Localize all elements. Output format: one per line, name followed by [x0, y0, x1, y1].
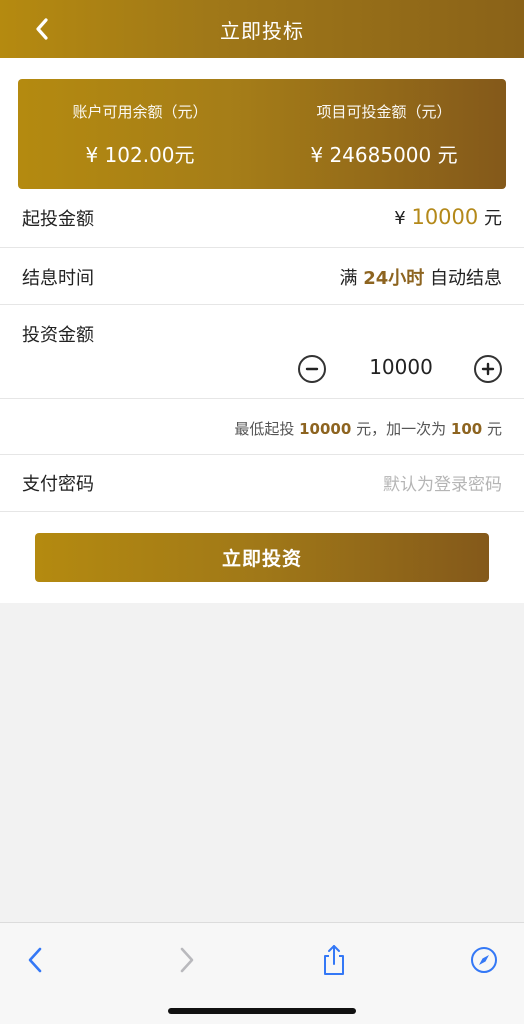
- bookmarks-button[interactable]: [466, 943, 502, 977]
- page-title: 立即投标: [220, 18, 304, 43]
- invest-form: 账户可用余额（元） ¥ 102.00元 项目可投金额（元） ¥ 24685000…: [0, 58, 524, 603]
- invest-amount-row: 投资金额 10000: [0, 305, 524, 399]
- minus-icon: [305, 367, 319, 371]
- min-invest-value: ¥ 10000 元: [394, 204, 502, 230]
- invest-hint-row: 最低起投 10000 元，加一次为 100 元: [0, 399, 524, 455]
- chevron-left-icon: [36, 18, 48, 40]
- password-label: 支付密码: [22, 474, 94, 495]
- hint-middle: 元，加一次为: [356, 420, 447, 438]
- balance-label: 账户可用余额（元）: [72, 103, 208, 121]
- password-field[interactable]: [282, 471, 502, 499]
- balance-value: ¥ 102.00元: [85, 143, 195, 167]
- home-indicator: [168, 1008, 356, 1014]
- settle-label: 结息时间: [22, 268, 94, 289]
- min-invest-row: 起投金额 ¥ 10000 元: [0, 189, 524, 248]
- settle-suffix: 自动结息: [430, 268, 502, 289]
- invest-submit-button[interactable]: 立即投资: [35, 533, 489, 582]
- min-invest-currency: ¥: [394, 208, 406, 229]
- hint-suffix: 元: [486, 420, 502, 438]
- investable-block: 项目可投金额（元） ¥ 24685000 元: [262, 79, 506, 189]
- browser-forward-button[interactable]: [169, 943, 205, 977]
- settle-prefix: 满: [339, 268, 358, 289]
- share-icon: [324, 945, 344, 975]
- share-button[interactable]: [316, 943, 352, 977]
- min-invest-amount: 10000: [411, 205, 479, 229]
- min-invest-label: 起投金额: [22, 209, 94, 230]
- browser-back-button[interactable]: [17, 943, 53, 977]
- back-arrow-icon: [28, 947, 42, 973]
- balance-block: 账户可用余额（元） ¥ 102.00元: [18, 79, 262, 189]
- investable-label: 项目可投金额（元）: [316, 103, 452, 121]
- settle-row: 结息时间 满 24小时 自动结息: [0, 248, 524, 305]
- min-invest-unit: 元: [484, 208, 502, 229]
- investable-value: ¥ 24685000 元: [310, 143, 458, 167]
- hint-step: 100: [450, 420, 483, 438]
- password-row: 支付密码: [0, 455, 524, 512]
- hint-min: 10000: [299, 420, 352, 438]
- forward-arrow-icon: [180, 947, 194, 973]
- summary-card: 账户可用余额（元） ¥ 102.00元 项目可投金额（元） ¥ 24685000…: [18, 79, 506, 189]
- nav-header: 立即投标: [0, 0, 524, 58]
- hint-prefix: 最低起投: [234, 420, 295, 438]
- compass-icon: [471, 947, 497, 973]
- decrease-button[interactable]: [298, 355, 326, 383]
- increase-button[interactable]: [474, 355, 502, 383]
- plus-icon: [481, 362, 495, 376]
- invest-hint: 最低起投 10000 元，加一次为 100 元: [234, 418, 502, 439]
- invest-amount-input[interactable]: 10000: [341, 355, 461, 379]
- settle-value: 满 24小时 自动结息: [339, 264, 502, 290]
- settle-hours: 24小时: [363, 268, 425, 289]
- back-button[interactable]: [28, 14, 56, 44]
- invest-amount-label: 投资金额: [22, 325, 94, 346]
